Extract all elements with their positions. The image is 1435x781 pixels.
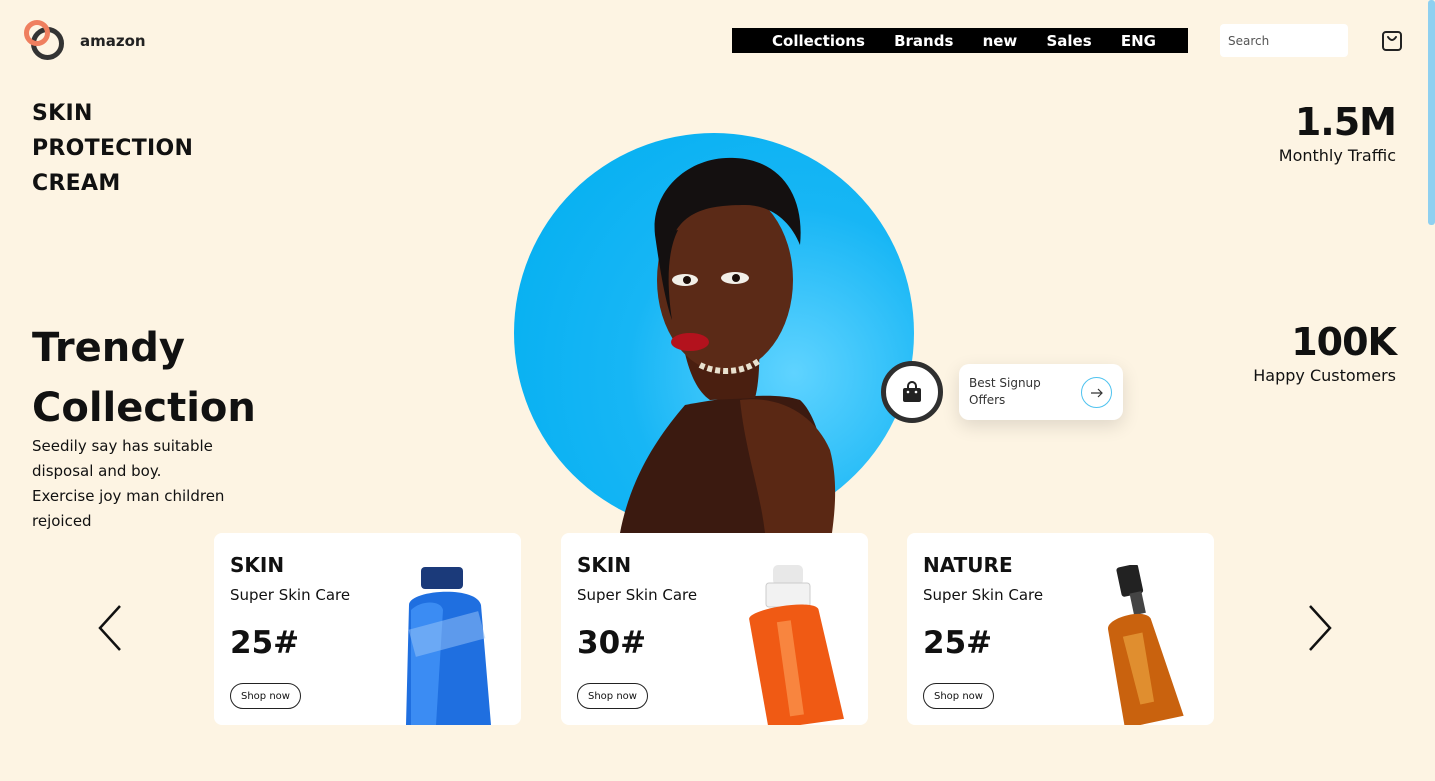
- stat-label: Monthly Traffic: [1278, 146, 1396, 165]
- hero-title-line: CREAM: [32, 171, 121, 196]
- main-nav: Collections Brands new Sales ENG: [732, 28, 1188, 53]
- offer-arrow-button[interactable]: [1081, 377, 1112, 408]
- product-card[interactable]: SKIN Super Skin Care 30# Shop now: [561, 533, 868, 725]
- shop-now-button[interactable]: Shop now: [230, 683, 301, 709]
- brand-name: amazon: [80, 32, 146, 50]
- offer-text: Best Signup Offers: [969, 375, 1069, 409]
- nav-item-collections[interactable]: Collections: [772, 32, 865, 50]
- search-input[interactable]: [1220, 24, 1348, 57]
- hero-model-image: [620, 157, 836, 533]
- product-card[interactable]: NATURE Super Skin Care 25# Shop now: [907, 533, 1214, 725]
- nav-item-sales[interactable]: Sales: [1046, 32, 1091, 50]
- logo-mark-icon: [24, 20, 66, 62]
- product-subtitle: Super Skin Care: [923, 586, 1044, 604]
- product-price: 25#: [923, 625, 993, 661]
- section-heading-line: Collection: [32, 385, 256, 431]
- stat-value: 100K: [1291, 320, 1397, 364]
- section-heading-line: Trendy: [32, 325, 185, 371]
- product-image: [749, 565, 844, 725]
- nav-item-brands[interactable]: Brands: [894, 32, 953, 50]
- hero-title-line: PROTECTION: [32, 136, 194, 161]
- section-description: Seedily say has suitable disposal and bo…: [32, 434, 262, 534]
- product-image: [1108, 565, 1184, 725]
- bag-button[interactable]: [881, 361, 943, 423]
- product-category: SKIN: [230, 553, 285, 577]
- description-line: Exercise joy man children: [32, 487, 225, 505]
- signup-offer-card[interactable]: Best Signup Offers: [959, 364, 1123, 420]
- shop-now-button[interactable]: Shop now: [577, 683, 648, 709]
- logo[interactable]: amazon: [24, 20, 146, 62]
- product-card[interactable]: SKIN Super Skin Care 25# Shop now: [214, 533, 521, 725]
- nav-item-new[interactable]: new: [983, 32, 1018, 50]
- description-line: disposal and boy.: [32, 462, 162, 480]
- bag-icon: [903, 381, 921, 402]
- hero-title: SKIN PROTECTION CREAM: [32, 96, 193, 201]
- nav-item-language[interactable]: ENG: [1121, 32, 1156, 50]
- product-price: 30#: [577, 625, 647, 661]
- section-heading: Trendy Collection: [32, 318, 256, 438]
- chevron-right-icon[interactable]: [1304, 604, 1334, 652]
- hero-title-line: SKIN: [32, 101, 93, 126]
- product-category: SKIN: [577, 553, 632, 577]
- product-subtitle: Super Skin Care: [230, 586, 351, 604]
- shop-now-button[interactable]: Shop now: [923, 683, 994, 709]
- stat-value: 1.5M: [1294, 100, 1397, 144]
- product-category: NATURE: [923, 553, 1013, 577]
- offer-text-line: Offers: [969, 393, 1006, 407]
- chevron-left-icon[interactable]: [96, 604, 126, 652]
- arrow-right-icon: [1090, 388, 1103, 397]
- stat-monthly-traffic: 1.5M Monthly Traffic: [1278, 100, 1397, 165]
- product-subtitle: Super Skin Care: [577, 586, 698, 604]
- product-image: [406, 567, 491, 725]
- stat-happy-customers: 100K Happy Customers: [1253, 320, 1397, 385]
- stat-label: Happy Customers: [1253, 366, 1396, 385]
- offer-text-line: Best Signup: [969, 376, 1041, 390]
- scrollbar-track[interactable]: [1427, 0, 1435, 781]
- scrollbar-thumb[interactable]: [1428, 0, 1435, 225]
- product-price: 25#: [230, 625, 300, 661]
- description-line: Seedily say has suitable: [32, 437, 213, 455]
- description-line: rejoiced: [32, 512, 92, 530]
- shopping-bag-icon[interactable]: [1381, 30, 1403, 52]
